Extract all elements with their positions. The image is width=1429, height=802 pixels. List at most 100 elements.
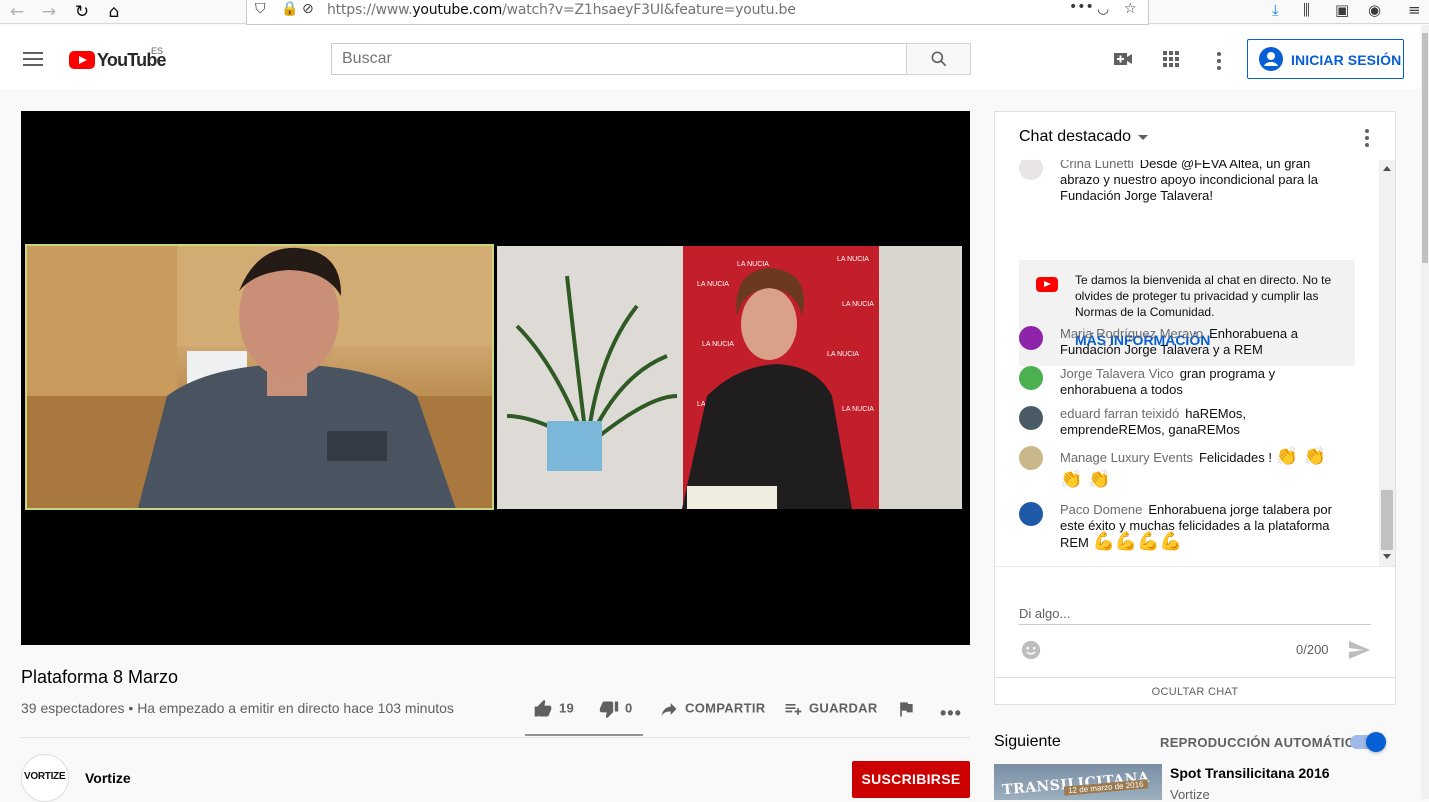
account-circle-icon (1259, 47, 1283, 71)
autoplay-label: REPRODUCCIÓN AUTOMÁTICA (1160, 735, 1365, 750)
share-arrow-icon (661, 703, 677, 716)
share-button[interactable]: COMPARTIR (659, 699, 765, 719)
like-count: 19 (559, 700, 575, 716)
yt-header: YouTube ES INICIAR SESIÓN (0, 25, 1421, 89)
author-avatar[interactable] (1019, 406, 1043, 430)
reload-icon[interactable]: ↻ (71, 1, 93, 23)
chat-input-area: 0/200 (995, 566, 1395, 677)
author-name[interactable]: Paco Domene (1060, 502, 1142, 517)
account-icon[interactable]: ◉ (1368, 1, 1381, 19)
video-feed-right: LA NUCIA LA NUCIA LA NUCIA LA NUCIA LA NUCI… (497, 246, 962, 509)
sentiment-bar (525, 734, 643, 736)
hide-chat-button[interactable]: OCULTAR CHAT (995, 677, 1395, 705)
chat-mode-selector[interactable]: Chat destacado (1019, 128, 1131, 146)
divider (21, 737, 970, 738)
author-name[interactable]: Maria Rodríguez Merayo (1060, 326, 1203, 341)
author-name[interactable]: Manage Luxury Events (1060, 450, 1193, 465)
flexed-biceps-emoji: 💪💪💪💪 (1092, 531, 1183, 552)
channel-avatar[interactable]: VORTIZE (21, 754, 69, 802)
chat-scroll-thumb[interactable] (1381, 490, 1393, 550)
emoji-picker-icon[interactable] (1020, 639, 1042, 661)
menu-icon[interactable]: ≡ (1408, 1, 1421, 19)
save-button[interactable]: GUARDAR (783, 699, 878, 719)
library-icon[interactable]: ⫼ (1303, 1, 1310, 19)
apps-grid-icon[interactable] (1159, 47, 1183, 71)
url-bar[interactable]: ⛉ 🔒 ⊘ https://www.youtube.com/watch?v=Z1… (246, 0, 1149, 25)
author-avatar[interactable] (1019, 160, 1043, 180)
svg-text:LA NUCIA: LA NUCIA (697, 281, 729, 288)
chat-message: Crina Lunetti Desde @FEVA Altea, un gran … (1019, 160, 1349, 204)
more-actions-icon[interactable]: ••• (940, 703, 962, 724)
bookmark-star-icon[interactable]: ☆ (1124, 1, 1137, 17)
author-name[interactable]: Jorge Talavera Vico (1060, 366, 1174, 381)
svg-text:LA NUCIA: LA NUCIA (842, 406, 874, 413)
send-icon[interactable] (1347, 638, 1371, 662)
lock-icon[interactable]: 🔒 (281, 1, 298, 17)
downloads-icon[interactable]: ⤓ (1272, 1, 1279, 19)
video-title: Plataforma 8 Marzo (21, 667, 179, 687)
dropdown-caret-icon[interactable] (1138, 135, 1148, 140)
message-text: Felicidades ! (1198, 450, 1272, 465)
video-meta: 39 espectadores • Ha empezado a emitir e… (21, 700, 454, 716)
scroll-up-icon[interactable] (1383, 166, 1391, 171)
dislike-button[interactable]: 0 (599, 699, 633, 719)
welcome-text: Te damos la bienvenida al chat en direct… (1075, 273, 1332, 319)
country-code: ES (151, 46, 164, 56)
playlist-add-icon (785, 704, 802, 715)
author-name[interactable]: Crina Lunetti (1060, 160, 1134, 171)
subscribe-button[interactable]: SUSCRIBIRSE (852, 761, 970, 798)
create-video-icon[interactable] (1111, 47, 1135, 71)
video-feed-left (25, 244, 494, 510)
back-arrow-icon[interactable]: ← (6, 1, 28, 23)
next-video-channel[interactable]: Vortize (1170, 787, 1210, 802)
page-scrollbar[interactable] (1421, 25, 1429, 799)
chat-header: Chat destacado (995, 112, 1395, 160)
video-player[interactable]: LA NUCIA LA NUCIA LA NUCIA LA NUCIA LA NUCI… (21, 111, 970, 645)
chat-menu-kebab-icon[interactable] (1365, 129, 1369, 150)
shield-icon[interactable]: ⛉ (255, 1, 266, 17)
next-video-thumbnail[interactable]: TRANSILICITANA 12 de marzo de 2016 (994, 764, 1162, 800)
scroll-down-icon[interactable] (1383, 554, 1391, 559)
chat-messages: Crina Lunetti Desde @FEVA Altea, un gran … (995, 160, 1395, 566)
settings-kebab-icon[interactable] (1217, 52, 1221, 73)
sidebar-icon[interactable]: ▣ (1335, 1, 1349, 19)
youtube-play-icon (69, 51, 95, 69)
like-button[interactable]: 19 (533, 699, 574, 719)
share-label: COMPARTIR (685, 700, 766, 716)
page-actions-icon[interactable]: ••• (1069, 0, 1094, 15)
save-label: GUARDAR (809, 700, 878, 716)
permissions-icon[interactable]: ⊘ (302, 1, 314, 17)
url-text[interactable]: https://www.youtube.com/watch?v=Z1hsaeyF… (327, 2, 796, 18)
report-button[interactable] (896, 699, 922, 719)
channel-avatar-text: VORTIZE (24, 771, 66, 782)
author-avatar[interactable] (1019, 326, 1043, 350)
home-icon[interactable]: ⌂ (103, 1, 125, 23)
next-video-title[interactable]: Spot Transilicitana 2016 (1170, 765, 1330, 781)
signin-button[interactable]: INICIAR SESIÓN (1247, 39, 1404, 79)
chat-message: Jorge Talavera Vico gran programa y enhor… (1019, 366, 1349, 398)
chat-message: eduard farran teixidó haREMos, emprendeRE… (1019, 406, 1349, 438)
search-input[interactable] (332, 44, 906, 74)
author-avatar[interactable] (1019, 366, 1043, 390)
svg-text:LA NUCIA: LA NUCIA (842, 301, 874, 308)
autoplay-toggle[interactable] (1350, 732, 1386, 752)
search-icon (931, 51, 947, 67)
forward-arrow-icon[interactable]: → (38, 1, 60, 23)
author-name[interactable]: eduard farran teixidó (1060, 406, 1179, 421)
channel-name[interactable]: Vortize (85, 770, 131, 786)
author-avatar[interactable] (1019, 446, 1043, 470)
search-box[interactable] (331, 43, 907, 75)
flag-icon (900, 702, 913, 717)
up-next-heading: Siguiente (994, 733, 1061, 750)
chat-message: Paco Domene Enhorabuena jorge talabera po… (1019, 502, 1349, 551)
chat-message: Manage Luxury Events Felicidades ! 👏 👏 👏 … (1019, 446, 1349, 492)
chat-scrollbar[interactable] (1379, 160, 1395, 566)
thumbs-down-icon (599, 701, 619, 719)
author-avatar[interactable] (1019, 502, 1043, 526)
chat-message-input[interactable] (1019, 603, 1371, 625)
guide-menu-icon[interactable] (23, 52, 43, 66)
dislike-count: 0 (625, 700, 633, 716)
search-button[interactable] (906, 43, 971, 75)
live-chat-panel: Chat destacado Crina Lunetti Desde @FEVA … (994, 111, 1396, 705)
pocket-icon[interactable]: ◡ (1097, 1, 1109, 17)
